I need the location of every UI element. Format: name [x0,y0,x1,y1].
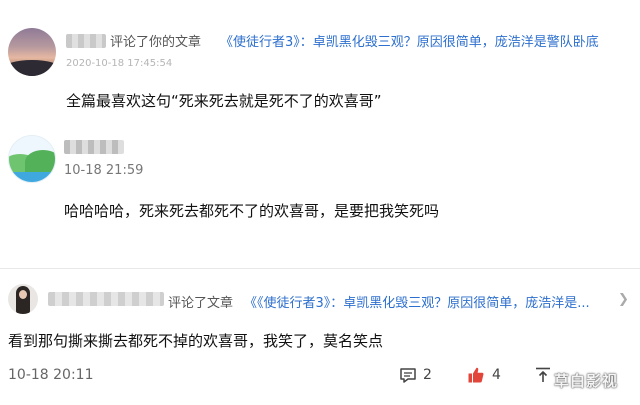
comment-timestamp: 10-18 20:11 [8,367,94,383]
avatar[interactable] [8,284,38,314]
username-blurred[interactable] [64,140,124,154]
comment-count: 2 [423,367,432,383]
article-link[interactable]: 《《使徒行者3》：卓凯黑化毁三观？原因很简单，庞浩洋是... [244,292,590,311]
comment-icon [400,368,416,383]
share-button[interactable] [534,366,552,384]
like-count: 4 [492,367,501,383]
comment-action-label: 评论了你的文章 [110,35,202,50]
watermark: 草白影视 [554,372,619,390]
article-link[interactable]: 《使徒行者3》：卓凯黑化毁三观？原因很简单，庞浩洋是警队卧底 [220,31,599,50]
avatar[interactable] [8,28,56,76]
username-blurred[interactable] [66,34,106,48]
reply-timestamp: 10-18 21:59 [64,163,144,178]
comment-timestamp: 2020-10-18 17:45:54 [66,58,173,69]
like-button[interactable]: 4 [467,366,501,384]
comment-text: 看到那句撕来撕去都死不掉的欢喜哥，我笑了，莫名笑点 [8,332,384,350]
thumbs-up-icon [468,367,484,383]
avatar[interactable] [8,135,56,183]
comment-text: 全篇最喜欢这句“死来死去就是死不了的欢喜哥” [66,92,382,110]
comment-button[interactable]: 2 [399,366,432,384]
username-blurred[interactable] [48,292,164,306]
divider [0,268,640,269]
chevron-right-icon[interactable]: ❯ [618,292,629,307]
share-icon [536,367,550,382]
comment-action-label: 评论了文章 [168,296,234,311]
reply-text: 哈哈哈哈，死来死去都死不了的欢喜哥，是要把我笑死吗 [64,202,440,220]
